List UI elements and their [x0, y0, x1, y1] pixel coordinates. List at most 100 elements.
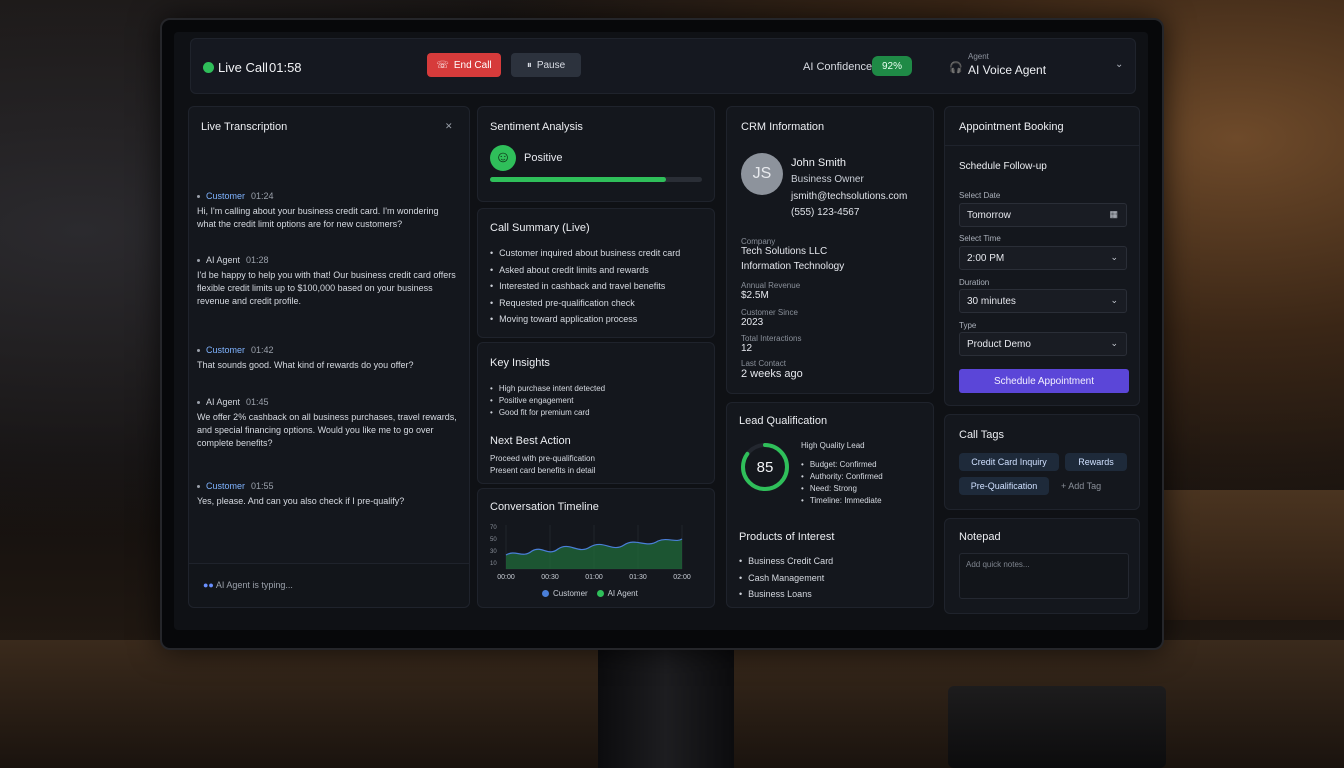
company-name: Tech Solutions LLC [741, 246, 828, 257]
sentiment-bar [490, 177, 702, 182]
calendar-icon: ▦ [1109, 209, 1118, 219]
agent-legend-icon [596, 590, 604, 598]
transcript-message: Customer 01:24 Hi, I'm calling about your… [197, 191, 459, 231]
date-value: Tomorrow [967, 210, 1011, 221]
time-value: 2:00 PM [967, 253, 1005, 264]
date-input[interactable]: Tomorrow ▦ [959, 203, 1127, 227]
schedule-appointment-button[interactable]: Schedule Appointment [959, 369, 1129, 393]
notepad-title: Notepad [959, 531, 1001, 543]
call-topbar: Live Call 01:58 ☏ End Call ⏸ Pause AI Co… [190, 38, 1136, 94]
agent-caption: Agent [968, 52, 989, 61]
transcription-panel: Live Transcription ✕ Customer 01:24 Hi, I… [188, 106, 470, 608]
typing-status-bar: ●● AI Agent is typing... [189, 563, 469, 607]
agent-selector[interactable]: AI Voice Agent [968, 63, 1046, 77]
transcript-message: Customer 01:42 That sounds good. What kin… [197, 345, 459, 372]
monitor: Live Call 01:58 ☏ End Call ⏸ Pause AI Co… [160, 18, 1164, 650]
last-contact-value: 2 weeks ago [741, 368, 803, 380]
message-text: I'd be happy to help you with that! Our … [197, 270, 456, 306]
crm-title: CRM Information [741, 121, 825, 133]
pause-button[interactable]: ⏸ Pause [511, 53, 581, 77]
add-tag-button[interactable]: + Add Tag [1061, 481, 1101, 491]
lead-qualification-title: Lead Qualification [739, 415, 828, 427]
call-summary-title: Call Summary (Live) [490, 222, 590, 234]
typing-indicator: ●● AI Agent is typing... [203, 580, 293, 590]
message-time: 01:42 [251, 345, 274, 355]
action-line: Proceed with pre-qualification [490, 454, 595, 463]
pause-icon: ⏸ [526, 59, 532, 71]
close-icon[interactable]: ✕ [445, 121, 453, 132]
time-select[interactable]: 2:00 PM ⌄ [959, 246, 1127, 270]
conversation-timeline-title: Conversation Timeline [490, 501, 599, 513]
customer-since-label: Customer Since [741, 308, 798, 317]
transcript-message: Customer 01:55 Yes, please. And can you a… [197, 481, 459, 508]
list-item: Authority: Confirmed [801, 471, 883, 483]
type-value: Product Demo [967, 339, 1031, 350]
list-item: High purchase intent detected [490, 383, 605, 395]
notepad-input[interactable]: Add quick notes... [959, 553, 1129, 599]
key-insights-title: Key Insights [490, 357, 550, 369]
end-call-label: End Call [453, 59, 492, 71]
schedule-subtitle: Schedule Follow-up [959, 161, 1047, 172]
y-tick-label: 50 [490, 537, 497, 543]
time-label: Select Time [959, 234, 1001, 243]
key-insights-panel: Key Insights High purchase intent detect… [477, 342, 715, 484]
y-tick-label: 30 [490, 549, 497, 555]
lead-quality-label: High Quality Lead [801, 441, 865, 450]
chevron-down-icon[interactable]: ⌄ [1115, 59, 1123, 70]
legend-agent: AI Agent [607, 589, 638, 598]
list-item: Requested pre-qualification check [490, 295, 680, 312]
message-time: 01:24 [251, 191, 274, 201]
contact-role: Business Owner [791, 174, 864, 185]
sentiment-bar-fill [490, 177, 666, 182]
tag-rewards[interactable]: Rewards [1065, 453, 1127, 471]
list-item: Asked about credit limits and rewards [490, 262, 680, 279]
timeline-legend: Customer AI Agent [542, 589, 638, 598]
list-item: Customer inquired about business credit … [490, 245, 680, 262]
company-field: Company Tech Solutions LLC Information T… [741, 237, 844, 272]
tag-pre-qualification[interactable]: Pre-Qualification [959, 477, 1049, 495]
contact-email[interactable]: jsmith@techsolutions.com [791, 191, 907, 202]
typing-dots-icon: ●● [203, 580, 216, 590]
customer-since-field: Customer Since 2023 [741, 308, 798, 328]
end-call-button[interactable]: ☏ End Call [427, 53, 501, 77]
transcription-title: Live Transcription [201, 121, 288, 133]
list-item: Cash Management [739, 570, 833, 587]
message-time: 01:45 [246, 397, 269, 407]
x-tick-label: 00:00 [497, 574, 515, 581]
avatar: JS [741, 153, 783, 195]
customer-legend-icon [542, 590, 549, 598]
duration-select[interactable]: 30 minutes ⌄ [959, 289, 1127, 313]
timeline-chart: 70 50 30 10 00:00 00:30 01:00 01:30 02:0… [490, 525, 691, 581]
tag-credit-card-inquiry[interactable]: Credit Card Inquiry [959, 453, 1059, 471]
list-item: Timeline: Immediate [801, 495, 883, 507]
type-label: Type [959, 321, 977, 330]
contact-phone[interactable]: (555) 123-4567 [791, 207, 859, 218]
customer-since-value: 2023 [741, 317, 764, 328]
company-industry: Information Technology [741, 261, 845, 272]
action-line: Present card benefits in detail [490, 466, 596, 475]
live-call-label: Live Call [218, 60, 268, 75]
transcript-message: AI Agent 01:45 We offer 2% cashback on al… [197, 397, 459, 450]
call-summary-panel: Call Summary (Live) Customer inquired ab… [477, 208, 715, 338]
products-title: Products of Interest [739, 531, 835, 543]
call-duration: 01:58 [269, 60, 302, 75]
list-item: Budget: Confirmed [801, 459, 883, 471]
company-label: Company [741, 237, 776, 246]
message-text: Hi, I'm calling about your business cred… [197, 206, 439, 229]
ai-confidence-label: AI Confidence [803, 61, 873, 73]
list-item: Need: Strong [801, 483, 883, 495]
type-select[interactable]: Product Demo ⌄ [959, 332, 1127, 356]
sentiment-title: Sentiment Analysis [490, 121, 583, 133]
live-indicator-icon [203, 62, 214, 73]
sentiment-value: Positive [524, 152, 563, 164]
duration-value: 30 minutes [967, 296, 1016, 307]
appointment-panel: Appointment Booking Schedule Follow-up S… [944, 106, 1140, 406]
speaker-label: AI Agent [206, 255, 241, 265]
date-label: Select Date [959, 191, 1001, 200]
notepad-panel: Notepad Add quick notes... [944, 518, 1140, 614]
key-insights-list: High purchase intent detected Positive e… [490, 383, 605, 419]
conversation-timeline-panel: Conversation Timeline 70 50 30 10 00:00 … [477, 488, 715, 608]
message-text: That sounds good. What kind of rewards d… [197, 360, 414, 370]
interactions-field: Total Interactions 12 [741, 334, 801, 354]
duration-label: Duration [959, 278, 990, 287]
